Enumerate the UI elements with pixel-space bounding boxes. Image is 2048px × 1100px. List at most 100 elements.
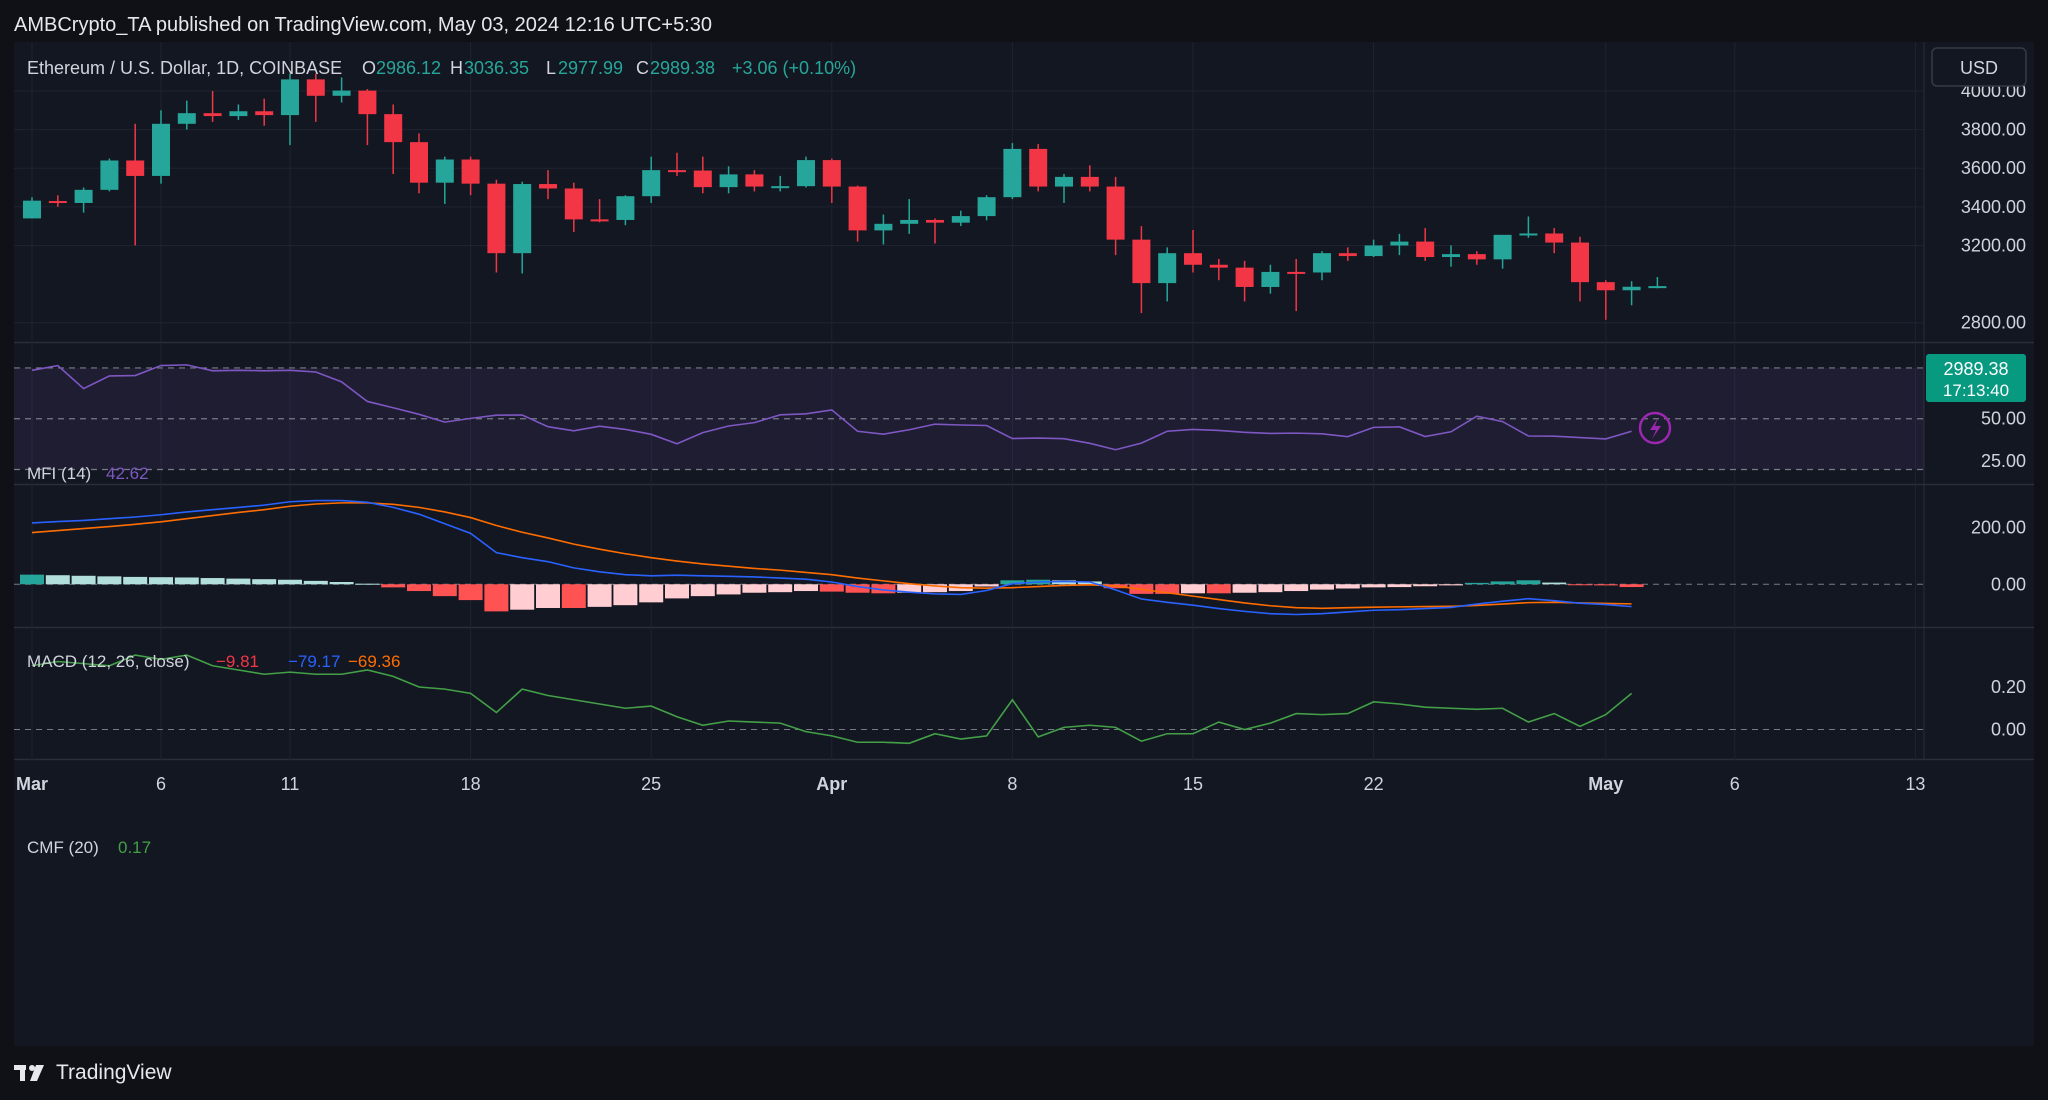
candle-body	[693, 170, 712, 188]
candle-body	[1648, 286, 1667, 289]
macd-histogram-bar	[45, 575, 70, 585]
macd-histogram-bar	[742, 584, 767, 593]
macd-histogram-bar	[1568, 584, 1592, 586]
price-tick-label: 2800.00	[1961, 313, 2026, 333]
macd-histogram-bar	[149, 577, 173, 585]
macd-histogram-bar	[252, 579, 277, 585]
candle-body	[1390, 241, 1409, 246]
candle-body	[1106, 186, 1125, 240]
candle-body	[1467, 254, 1486, 260]
candlestick-series	[23, 73, 1667, 320]
candle-body	[668, 170, 686, 173]
candle-body	[229, 111, 248, 117]
macd-tick-label: 200.00	[1971, 518, 2026, 538]
candle-body	[745, 174, 764, 187]
candle-body	[384, 114, 403, 143]
macd-histogram-bar	[200, 578, 225, 585]
change-value: +3.06 (+0.10%)	[732, 58, 856, 78]
candle-body	[1003, 148, 1022, 198]
price-tick-label: 3200.00	[1961, 235, 2026, 255]
candle-body	[1261, 271, 1280, 287]
macd-histogram-bar	[458, 584, 483, 601]
macd-histogram-bar	[1335, 584, 1360, 589]
candle-body	[797, 160, 815, 187]
candle-body	[1519, 233, 1538, 236]
macd-signal-value: −69.36	[348, 652, 400, 671]
candle-body	[616, 196, 635, 220]
low-value: 2977.99	[558, 58, 623, 78]
candle-body	[771, 186, 790, 189]
candle-body	[874, 223, 893, 231]
macd-histogram-bar	[20, 574, 44, 585]
candle-body	[487, 183, 506, 254]
candle-body	[1055, 176, 1073, 187]
candle-body	[410, 142, 428, 183]
mfi-tick-label: 50.00	[1981, 409, 2026, 429]
macd-histogram-bar	[329, 582, 354, 585]
macd-histogram-bar	[768, 584, 793, 593]
cmf-tick-label: 0.20	[1991, 677, 2026, 697]
candle-body	[1132, 239, 1151, 284]
macd-histogram-bar	[407, 584, 431, 592]
macd-line-value: −79.17	[288, 652, 340, 671]
candle-body	[306, 79, 325, 96]
macd-histogram-bar	[1464, 582, 1489, 585]
last-price-value: 2989.38	[1943, 359, 2008, 379]
x-tick-label: 8	[1007, 774, 1017, 794]
macd-histogram-bar	[71, 575, 96, 585]
candle-body	[564, 188, 583, 220]
tradingview-logo-icon	[14, 1063, 48, 1083]
footer: TradingView	[14, 1058, 172, 1088]
macd-hist-value: −9.81	[216, 652, 259, 671]
price-tick-label: 3400.00	[1961, 197, 2026, 217]
candle-body	[358, 90, 377, 115]
symbol-title: Ethereum / U.S. Dollar, 1D, COINBASE	[27, 58, 342, 78]
candle-body	[1235, 267, 1254, 287]
candle-body	[177, 113, 196, 124]
macd-histogram-bar	[561, 584, 586, 608]
mfi-value: 42.62	[106, 464, 149, 483]
macd-histogram-bar	[355, 583, 380, 585]
cmf-title: CMF (20)	[27, 838, 99, 857]
macd-histogram-bar	[1258, 584, 1283, 593]
candle-body	[977, 197, 996, 217]
candle-body	[1209, 264, 1228, 268]
macd-histogram-bar	[1206, 584, 1231, 594]
macd-histogram-bar	[1181, 584, 1205, 594]
chart-frame: Mar 6 11 18 25 Apr 8 15 22 May 6 13 2800.00 3200.00 34…	[14, 42, 2034, 1046]
macd-histogram-bar	[174, 577, 199, 585]
macd-histogram-bar	[1232, 584, 1257, 593]
cmf-value: 0.17	[118, 838, 151, 857]
low-label: L	[546, 58, 556, 78]
candle-body	[461, 159, 480, 184]
candle-body	[74, 189, 93, 203]
candle-body	[203, 113, 222, 117]
candle-body	[1287, 271, 1306, 274]
close-value: 2989.38	[650, 58, 715, 78]
candle-body	[100, 160, 119, 190]
x-tick-label: Mar	[16, 774, 48, 794]
cmf-tick-label: 0.00	[1991, 720, 2026, 740]
price-tick-label: 3600.00	[1961, 158, 2026, 178]
indicator-bands	[14, 367, 1924, 730]
macd-histogram-bar	[639, 584, 664, 603]
candle-body	[126, 160, 145, 176]
candle-body	[1029, 148, 1048, 187]
candle-body	[1338, 253, 1357, 257]
macd-histogram-bar	[510, 584, 535, 610]
candle-body	[719, 174, 738, 188]
macd-histogram-bar	[794, 584, 818, 592]
candle-body	[513, 184, 532, 254]
publish-line: AMBCrypto_TA published on TradingView.co…	[14, 14, 712, 36]
chart-svg[interactable]: Mar 6 11 18 25 Apr 8 15 22 May 6 13 2800.00 3200.00 34…	[14, 42, 2034, 1046]
candle-body	[281, 79, 299, 116]
candle-body	[1416, 241, 1435, 258]
macd-histogram-bar	[1310, 584, 1334, 590]
candle-body	[23, 200, 41, 219]
macd-histogram-bar	[1542, 582, 1567, 585]
candle-body	[1493, 234, 1512, 260]
macd-histogram-bar	[1284, 584, 1309, 592]
x-tick-label: 6	[156, 774, 166, 794]
footer-brand: TradingView	[56, 1061, 172, 1084]
macd-histogram-bar	[303, 580, 328, 585]
